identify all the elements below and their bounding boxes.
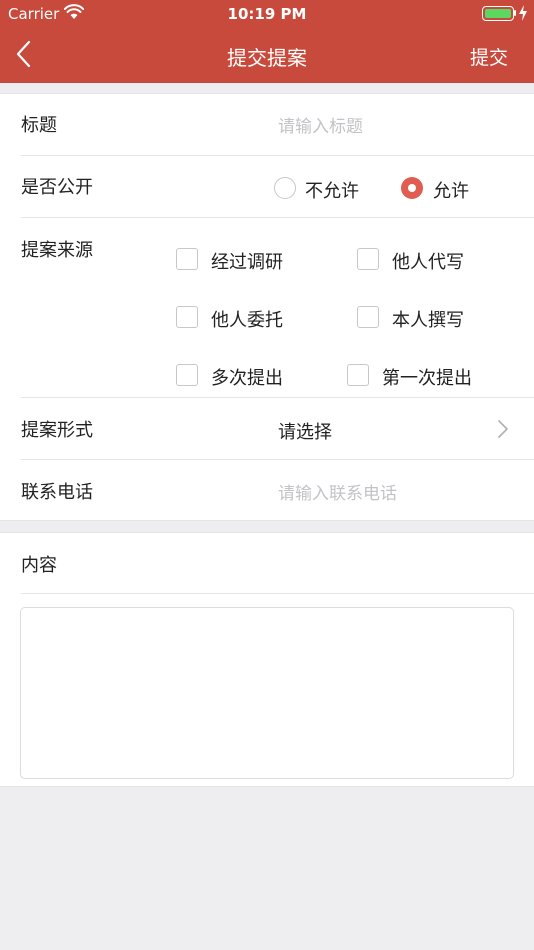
divider <box>21 155 534 156</box>
divider <box>21 593 534 594</box>
checkbox-multiple-times[interactable] <box>176 364 198 386</box>
charging-bolt-icon <box>519 5 527 21</box>
radio-not-allow-label[interactable]: 不允许 <box>305 177 359 203</box>
battery-tip <box>514 10 516 16</box>
checkbox-ghostwritten-label[interactable]: 他人代写 <box>392 248 464 274</box>
checkbox-ghostwritten[interactable] <box>357 248 379 270</box>
checkbox-entrusted[interactable] <box>176 306 198 328</box>
public-label: 是否公开 <box>21 177 93 198</box>
title-input[interactable]: 请输入标题 <box>278 112 363 137</box>
page-title: 提交提案 <box>227 46 307 70</box>
navigation-bar: 提交提案 提交 <box>0 28 534 83</box>
chevron-right-icon[interactable] <box>497 419 509 439</box>
radio-not-allow[interactable] <box>274 177 296 199</box>
divider <box>21 459 534 460</box>
divider <box>21 217 534 218</box>
app-header: Carrier 10:19 PM 提交提案 提交 <box>0 0 534 83</box>
title-label: 标题 <box>21 115 57 136</box>
format-label: 提案形式 <box>21 420 93 441</box>
status-time: 10:19 PM <box>227 5 307 23</box>
checkbox-first-time-label[interactable]: 第一次提出 <box>382 364 472 390</box>
checkbox-self-written-label[interactable]: 本人撰写 <box>392 306 464 332</box>
checkbox-first-time[interactable] <box>347 364 369 386</box>
source-label: 提案来源 <box>21 240 93 261</box>
phone-input[interactable]: 请输入联系电话 <box>278 479 397 504</box>
checkbox-researched[interactable] <box>176 248 198 270</box>
content-textarea[interactable] <box>20 607 514 779</box>
content-label: 内容 <box>21 555 57 576</box>
proposal-form: 标题 请输入标题 是否公开 不允许 允许 提案来源 经过调研 他人代写 他人委托… <box>0 93 534 521</box>
divider <box>21 397 534 398</box>
checkbox-entrusted-label[interactable]: 他人委托 <box>211 306 283 332</box>
checkbox-self-written[interactable] <box>357 306 379 328</box>
checkbox-multiple-times-label[interactable]: 多次提出 <box>211 364 283 390</box>
submit-button[interactable]: 提交 <box>470 43 508 70</box>
checkbox-researched-label[interactable]: 经过调研 <box>211 248 283 274</box>
phone-label: 联系电话 <box>21 482 93 503</box>
format-select[interactable]: 请选择 <box>278 418 332 444</box>
status-bar: Carrier 10:19 PM <box>0 0 534 28</box>
radio-allow[interactable] <box>401 177 423 199</box>
battery-icon <box>482 6 514 21</box>
radio-allow-label[interactable]: 允许 <box>433 177 469 203</box>
content-section: 内容 <box>0 532 534 787</box>
